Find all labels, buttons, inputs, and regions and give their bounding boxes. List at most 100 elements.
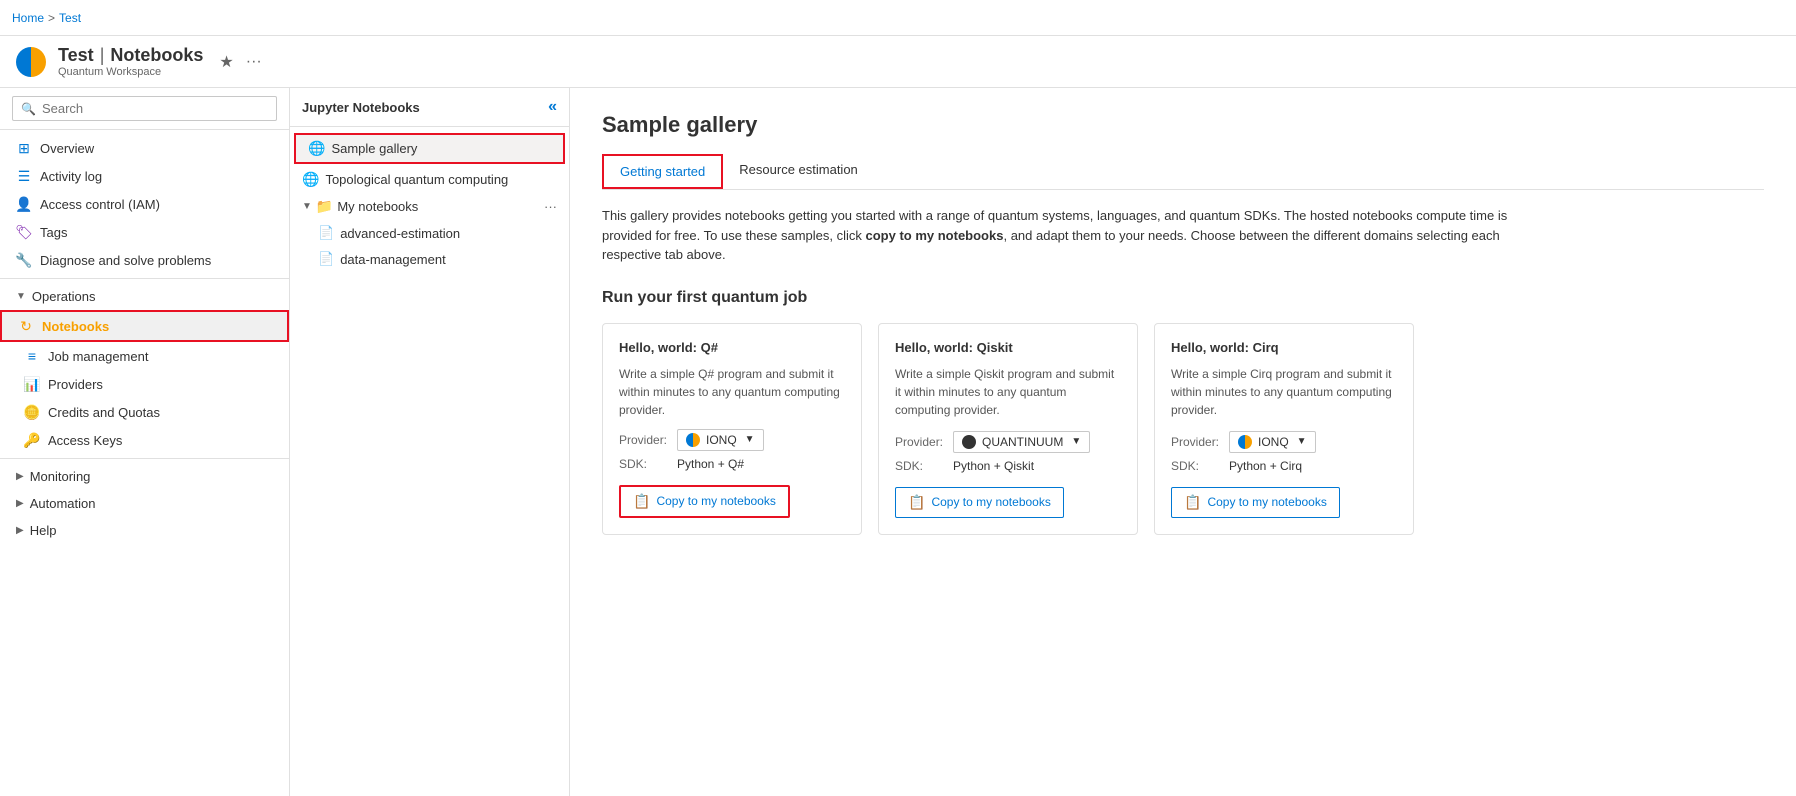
sidebar-item-credits-quotas[interactable]: 🪙 Credits and Quotas	[0, 398, 289, 426]
nav-divider-2	[0, 458, 289, 459]
globe-icon-2: 🌐	[302, 171, 319, 188]
file-icon-2: 📄	[318, 251, 334, 267]
chevron-down-provider-cirq: ▼	[1297, 436, 1307, 447]
copy-button-cirq[interactable]: 📋 Copy to my notebooks	[1171, 487, 1340, 518]
provider-select-cirq[interactable]: IONQ ▼	[1229, 431, 1316, 453]
monitoring-label: Monitoring	[30, 469, 91, 484]
breadcrumb-home[interactable]: Home	[12, 11, 44, 25]
tab-getting-started[interactable]: Getting started	[602, 154, 723, 189]
tab-resource-estimation[interactable]: Resource estimation	[723, 154, 874, 189]
sidebar-item-providers[interactable]: 📊 Providers	[0, 370, 289, 398]
copy-label-cirq: Copy to my notebooks	[1207, 495, 1326, 509]
tree-item-data-management[interactable]: 📄 data-management	[290, 246, 569, 272]
provider-select-qsharp[interactable]: IONQ ▼	[677, 429, 764, 451]
ionq-icon-2	[1238, 435, 1252, 449]
chevron-right-icon-3: ▶	[16, 525, 24, 536]
provider-label-qiskit: Provider:	[895, 435, 945, 449]
page-title: Sample gallery	[602, 112, 1764, 138]
coin-icon: 🪙	[24, 404, 40, 420]
sidebar-section-help[interactable]: ▶ Help	[0, 517, 289, 544]
workspace-subtitle: Quantum Workspace	[58, 66, 203, 78]
notebook-tree: 🌐 Sample gallery 🌐 Topological quantum c…	[290, 127, 569, 796]
provider-name-cirq: IONQ	[1258, 435, 1289, 449]
grid-icon: ⊞	[16, 140, 32, 156]
provider-select-qiskit[interactable]: QUANTINUUM ▼	[953, 431, 1090, 453]
sdk-value-qsharp: Python + Q#	[677, 457, 744, 471]
globe-icon: 🌐	[308, 140, 325, 157]
main-content: Sample gallery Getting started Resource …	[570, 88, 1796, 796]
sidebar-item-activity-log[interactable]: ☰ Activity log	[0, 162, 289, 190]
tree-section-my-notebooks[interactable]: ▼ 📁 My notebooks ···	[290, 193, 569, 220]
sidebar-item-job-management[interactable]: ≡ Job management	[0, 342, 289, 370]
provider-label-cirq: Provider:	[1171, 435, 1221, 449]
sidebar-label-access-control: Access control (IAM)	[40, 197, 160, 212]
sidebar-item-access-control[interactable]: 👤 Access control (IAM)	[0, 190, 289, 218]
sidebar-item-notebooks[interactable]: ↻ Notebooks	[0, 310, 289, 342]
card-hello-qsharp: Hello, world: Q# Write a simple Q# progr…	[602, 323, 862, 535]
file-icon: 📄	[318, 225, 334, 241]
sidebar-label-credits-quotas: Credits and Quotas	[48, 405, 160, 420]
sdk-row-qiskit: SDK: Python + Qiskit	[895, 459, 1121, 473]
collapse-panel-button[interactable]: «	[548, 98, 557, 116]
copy-button-qsharp[interactable]: 📋 Copy to my notebooks	[619, 485, 790, 518]
breadcrumb-separator: >	[48, 11, 55, 25]
ionq-icon	[686, 433, 700, 447]
operations-label: Operations	[32, 289, 96, 304]
chevron-down-icon: ▼	[16, 291, 26, 302]
sidebar-item-access-keys[interactable]: 🔑 Access Keys	[0, 426, 289, 454]
card-meta-qsharp: Provider: IONQ ▼ SDK: Python + Q#	[619, 429, 845, 471]
sidebar-section-operations[interactable]: ▼ Operations	[0, 283, 289, 310]
sync-icon: ↻	[18, 318, 34, 334]
chevron-down-provider-qsharp: ▼	[745, 434, 755, 445]
provider-row-qsharp: Provider: IONQ ▼	[619, 429, 845, 451]
my-notebooks-label: My notebooks	[337, 199, 418, 214]
app-logo	[16, 47, 46, 77]
more-options-icon[interactable]: ···	[246, 53, 262, 71]
my-notebooks-more-icon[interactable]: ···	[544, 199, 557, 214]
provider-row-qiskit: Provider: QUANTINUUM ▼	[895, 431, 1121, 453]
title-separator: |	[100, 45, 105, 66]
search-input[interactable]	[42, 101, 268, 116]
person-icon: 👤	[16, 196, 32, 212]
gallery-description: This gallery provides notebooks getting …	[602, 206, 1522, 265]
sdk-label-qiskit: SDK:	[895, 459, 945, 473]
chevron-right-icon-2: ▶	[16, 498, 24, 509]
copy-label-qsharp: Copy to my notebooks	[656, 494, 775, 508]
wrench-icon: 🔧	[16, 252, 32, 268]
page-section-title: Notebooks	[110, 45, 203, 66]
copy-button-qiskit[interactable]: 📋 Copy to my notebooks	[895, 487, 1064, 518]
chevron-right-icon: ▶	[16, 471, 24, 482]
copy-icon-qiskit: 📋	[908, 494, 925, 511]
chevron-down-notebooks-icon: ▼	[302, 201, 312, 212]
sidebar-label-diagnose: Diagnose and solve problems	[40, 253, 211, 268]
sidebar-label-job-management: Job management	[48, 349, 148, 364]
sidebar-item-diagnose[interactable]: 🔧 Diagnose and solve problems	[0, 246, 289, 274]
sdk-value-cirq: Python + Cirq	[1229, 459, 1302, 473]
sdk-label-qsharp: SDK:	[619, 457, 669, 471]
sidebar-section-monitoring[interactable]: ▶ Monitoring	[0, 463, 289, 490]
card-desc-qiskit: Write a simple Qiskit program and submit…	[895, 365, 1121, 421]
sidebar-section-automation[interactable]: ▶ Automation	[0, 490, 289, 517]
app-header: Test | Notebooks Quantum Workspace ★ ···	[0, 36, 1796, 88]
search-container: 🔍	[0, 88, 289, 130]
tree-label-data-management: data-management	[340, 252, 446, 267]
sidebar-item-tags[interactable]: 🏷 Tags	[0, 218, 289, 246]
card-meta-qiskit: Provider: QUANTINUUM ▼ SDK: Python + Qis…	[895, 431, 1121, 473]
breadcrumb-current[interactable]: Test	[59, 11, 81, 25]
card-desc-qsharp: Write a simple Q# program and submit it …	[619, 365, 845, 419]
tree-item-advanced-estimation[interactable]: 📄 advanced-estimation	[290, 220, 569, 246]
favorite-icon[interactable]: ★	[219, 52, 233, 72]
copy-icon-cirq: 📋	[1184, 494, 1201, 511]
card-hello-cirq: Hello, world: Cirq Write a simple Cirq p…	[1154, 323, 1414, 535]
card-title-qsharp: Hello, world: Q#	[619, 340, 845, 355]
sidebar-label-notebooks: Notebooks	[42, 319, 109, 334]
tree-item-sample-gallery[interactable]: 🌐 Sample gallery	[294, 133, 565, 164]
notebook-panel: Jupyter Notebooks « 🌐 Sample gallery 🌐 T…	[290, 88, 570, 796]
tree-item-topological[interactable]: 🌐 Topological quantum computing	[290, 166, 569, 193]
sidebar-item-overview[interactable]: ⊞ Overview	[0, 134, 289, 162]
card-meta-cirq: Provider: IONQ ▼ SDK: Python + Cirq	[1171, 431, 1397, 473]
search-icon: 🔍	[21, 102, 36, 116]
sdk-row-qsharp: SDK: Python + Q#	[619, 457, 845, 471]
card-title-cirq: Hello, world: Cirq	[1171, 340, 1397, 355]
left-sidebar: 🔍 ⊞ Overview ☰ Activity log 👤 Access con…	[0, 88, 290, 796]
